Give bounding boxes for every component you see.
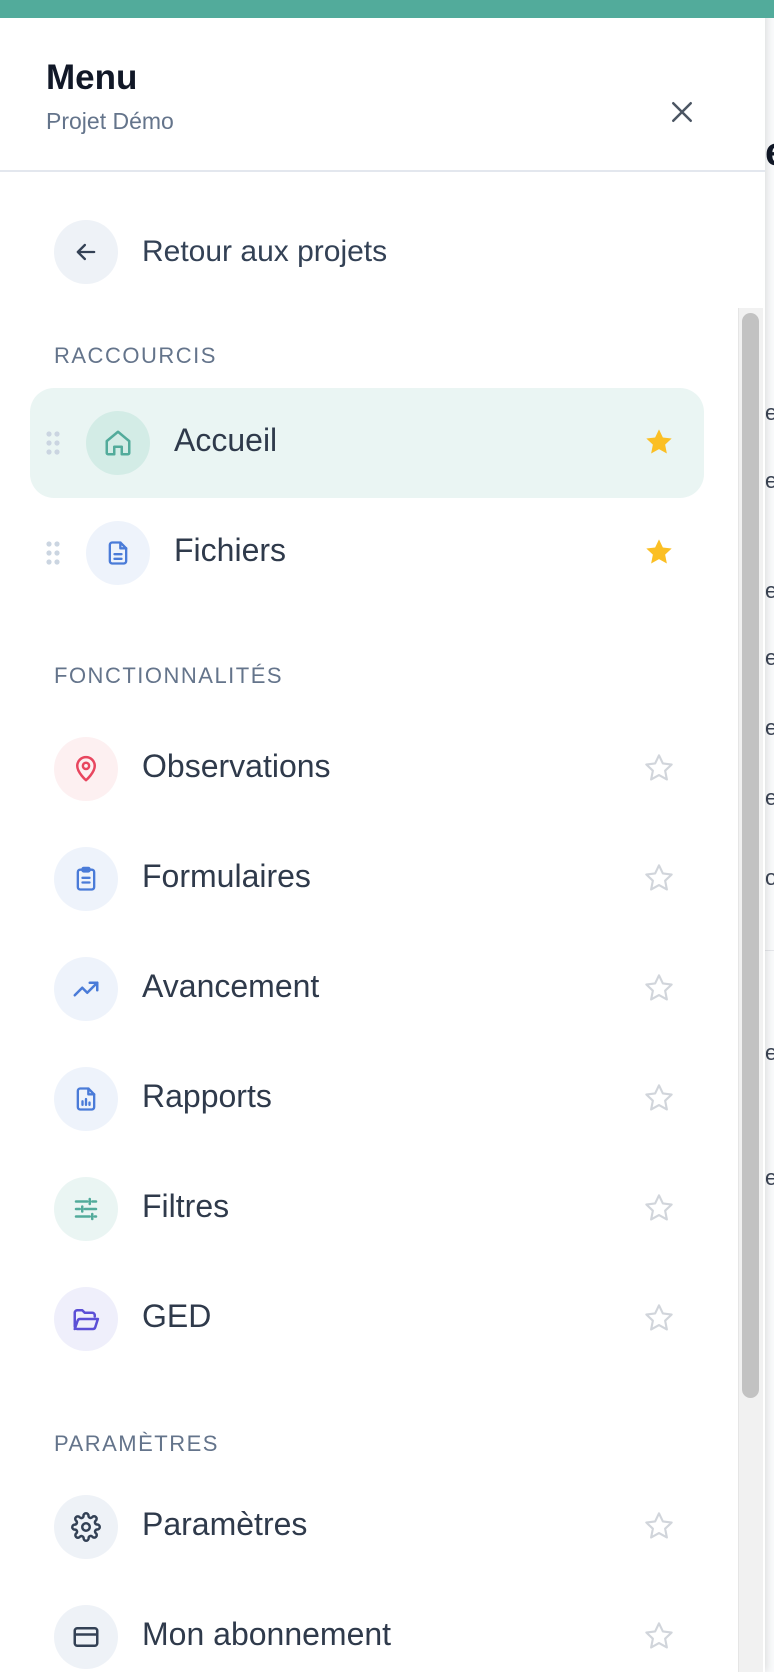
shortcut-label: Fichiers xyxy=(174,532,287,568)
close-icon xyxy=(672,102,692,122)
star-outline-icon xyxy=(645,1304,673,1331)
sliders-icon xyxy=(74,1197,98,1221)
arrow-left-icon xyxy=(76,243,96,261)
drawer-title: Menu xyxy=(46,58,138,97)
background-fragment: e xyxy=(765,785,774,810)
feature-label: Formulaires xyxy=(142,858,311,894)
background-fragment: e xyxy=(765,578,774,603)
scrollbar-thumb[interactable] xyxy=(742,313,759,1398)
feature-label: Avancement xyxy=(142,968,320,1004)
project-name: Projet Démo xyxy=(46,108,174,134)
top-accent-bar xyxy=(0,0,774,18)
background-fragment: e xyxy=(765,400,774,425)
home-icon-circle xyxy=(86,411,150,475)
trending-up-icon xyxy=(73,981,99,997)
feature-label: GED xyxy=(142,1298,212,1334)
feature-item-filtres[interactable]: Filtres xyxy=(30,1154,704,1264)
trending-up-icon-circle xyxy=(54,957,118,1021)
favorite-toggle[interactable] xyxy=(642,971,676,1005)
favorite-toggle[interactable] xyxy=(642,1301,676,1335)
background-page xyxy=(765,0,774,1672)
shortcut-label: Accueil xyxy=(174,422,278,458)
sliders-icon-circle xyxy=(54,1177,118,1241)
clipboard-icon-circle xyxy=(54,847,118,911)
star-outline-icon xyxy=(645,1084,673,1111)
feature-label: Observations xyxy=(142,748,331,784)
background-fragment: e xyxy=(765,130,774,175)
map-pin-icon xyxy=(76,755,96,782)
favorite-toggle[interactable] xyxy=(642,861,676,895)
folder-open-icon-circle xyxy=(54,1287,118,1351)
credit-card-icon xyxy=(73,1627,99,1647)
shortcut-item-fichiers[interactable]: Fichiers xyxy=(30,498,704,608)
gear-icon xyxy=(71,1512,101,1542)
background-fragment: e xyxy=(765,645,774,670)
clipboard-icon xyxy=(76,866,96,891)
star-filled-icon xyxy=(646,539,672,564)
drawer-content: Retour aux projets RACCOURCIS Accueil Fi… xyxy=(0,172,765,1672)
close-button[interactable] xyxy=(660,90,704,134)
star-outline-icon xyxy=(645,1622,673,1649)
favorite-toggle[interactable] xyxy=(642,1509,676,1543)
settings-item-parametres[interactable]: Paramètres xyxy=(30,1472,704,1582)
favorite-toggle[interactable] xyxy=(642,535,676,569)
back-to-projects-button[interactable]: Retour aux projets xyxy=(54,220,387,284)
drag-handle-icon[interactable] xyxy=(46,541,60,565)
settings-item-abonnement[interactable]: Mon abonnement xyxy=(30,1582,704,1672)
background-fragment: e xyxy=(765,468,774,493)
star-outline-icon xyxy=(645,754,673,781)
favorite-toggle[interactable] xyxy=(642,751,676,785)
favorite-toggle[interactable] xyxy=(642,1081,676,1115)
favorite-toggle[interactable] xyxy=(642,425,676,459)
feature-item-ged[interactable]: GED xyxy=(30,1264,704,1374)
drawer-header: Menu Projet Démo xyxy=(0,18,765,172)
folder-open-icon xyxy=(73,1309,100,1331)
star-outline-icon xyxy=(645,864,673,891)
home-icon xyxy=(105,430,131,456)
favorite-toggle[interactable] xyxy=(642,1191,676,1225)
map-pin-icon-circle xyxy=(54,737,118,801)
background-fragment: e xyxy=(765,1040,774,1065)
star-filled-icon xyxy=(646,429,672,454)
navigation-drawer: Menu Projet Démo Retour aux projets RACC… xyxy=(0,0,765,1672)
background-divider xyxy=(765,950,774,951)
credit-card-icon-circle xyxy=(54,1605,118,1669)
settings-label: Mon abonnement xyxy=(142,1616,392,1652)
report-icon-circle xyxy=(54,1067,118,1131)
feature-item-rapports[interactable]: Rapports xyxy=(30,1044,704,1154)
report-icon xyxy=(76,1087,96,1111)
background-fragment: o xyxy=(765,865,774,890)
file-icon xyxy=(108,541,128,565)
shortcut-item-accueil[interactable]: Accueil xyxy=(30,388,704,498)
section-label-shortcuts: RACCOURCIS xyxy=(54,343,217,368)
section-label-settings: PARAMÈTRES xyxy=(54,1431,219,1456)
feature-item-avancement[interactable]: Avancement xyxy=(30,934,704,1044)
back-label: Retour aux projets xyxy=(142,235,388,268)
background-fragment: e xyxy=(765,1165,774,1190)
app-screen: e e e e e e e o e e Menu Projet Démo xyxy=(0,0,774,1672)
gear-icon-circle xyxy=(54,1495,118,1559)
favorite-toggle[interactable] xyxy=(642,1619,676,1653)
feature-item-formulaires[interactable]: Formulaires xyxy=(30,824,704,934)
star-outline-icon xyxy=(645,1194,673,1221)
file-icon-circle xyxy=(86,521,150,585)
feature-label: Rapports xyxy=(142,1078,272,1114)
feature-label: Filtres xyxy=(142,1188,230,1224)
settings-label: Paramètres xyxy=(142,1506,308,1542)
back-icon-circle xyxy=(54,220,118,284)
feature-item-observations[interactable]: Observations xyxy=(30,714,704,824)
background-fragment: e xyxy=(765,715,774,740)
star-outline-icon xyxy=(645,1512,673,1539)
star-outline-icon xyxy=(645,974,673,1001)
drag-handle-icon[interactable] xyxy=(46,431,60,455)
section-label-features: FONCTIONNALITÉS xyxy=(54,663,284,688)
